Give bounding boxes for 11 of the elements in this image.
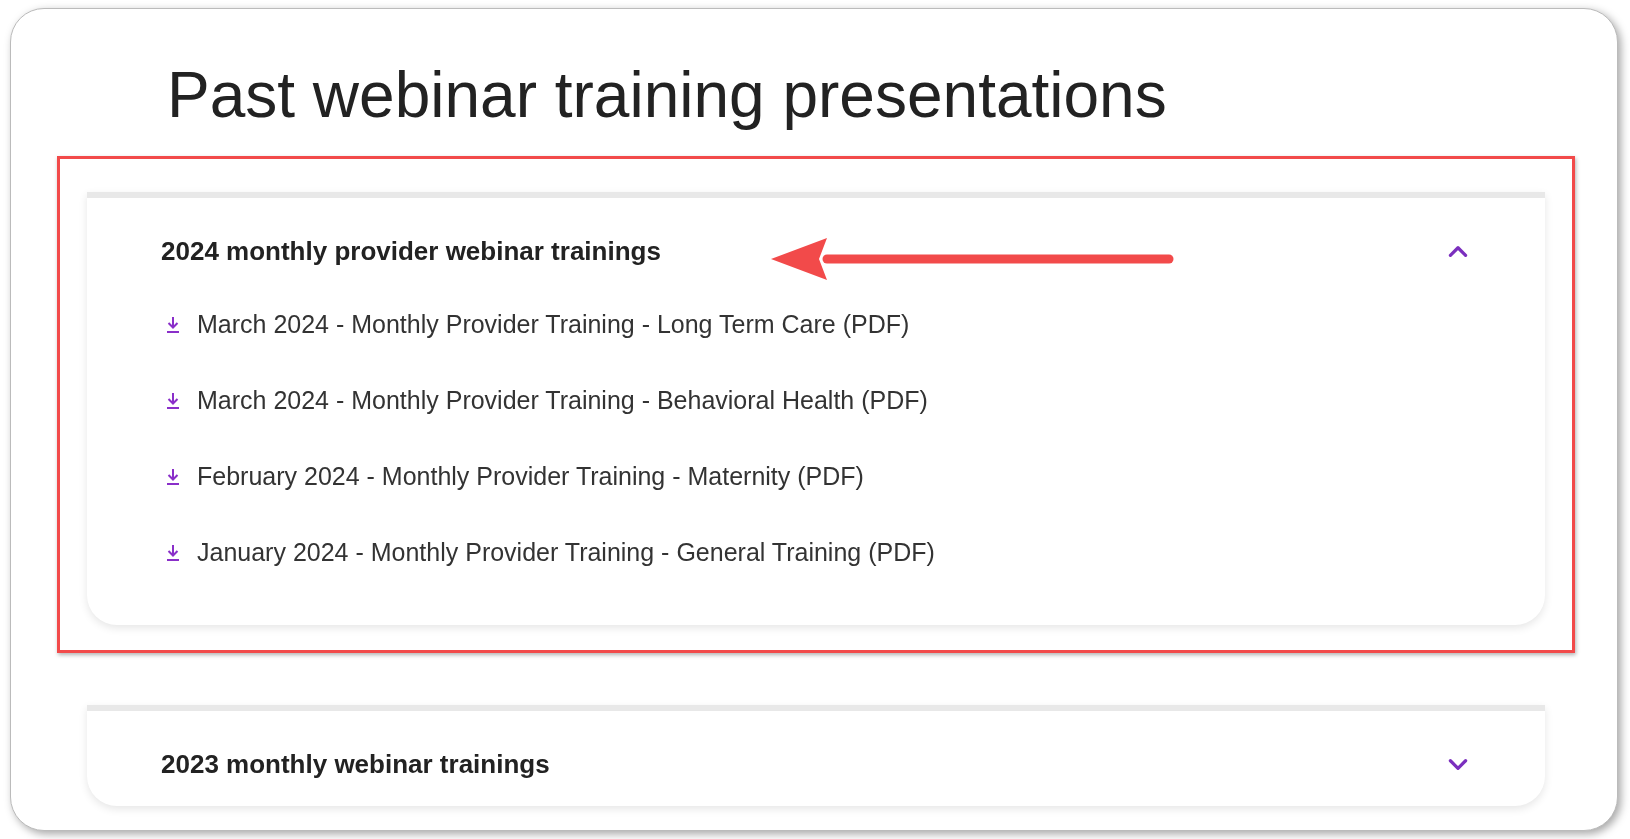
accordion-header[interactable]: 2024 monthly provider webinar trainings	[161, 197, 1471, 267]
download-icon	[165, 315, 181, 334]
page-title: Past webinar training presentations	[167, 58, 1168, 133]
download-icon	[165, 543, 181, 562]
pdf-link[interactable]: March 2024 - Monthly Provider Training - Long Term Care (PDF)	[197, 310, 910, 340]
pdf-link[interactable]: February 2024 - Monthly Provider Training - Maternity (PDF)	[197, 462, 864, 492]
download-icon	[165, 467, 181, 486]
pdf-link[interactable]: March 2024 - Monthly Provider Training - Behavioral Health (PDF)	[197, 386, 928, 416]
download-icon	[165, 391, 181, 410]
pdf-link[interactable]: January 2024 - Monthly Provider Training - General Training (PDF)	[197, 538, 935, 568]
accordion-header[interactable]: 2023 monthly webinar trainings	[161, 710, 1471, 780]
